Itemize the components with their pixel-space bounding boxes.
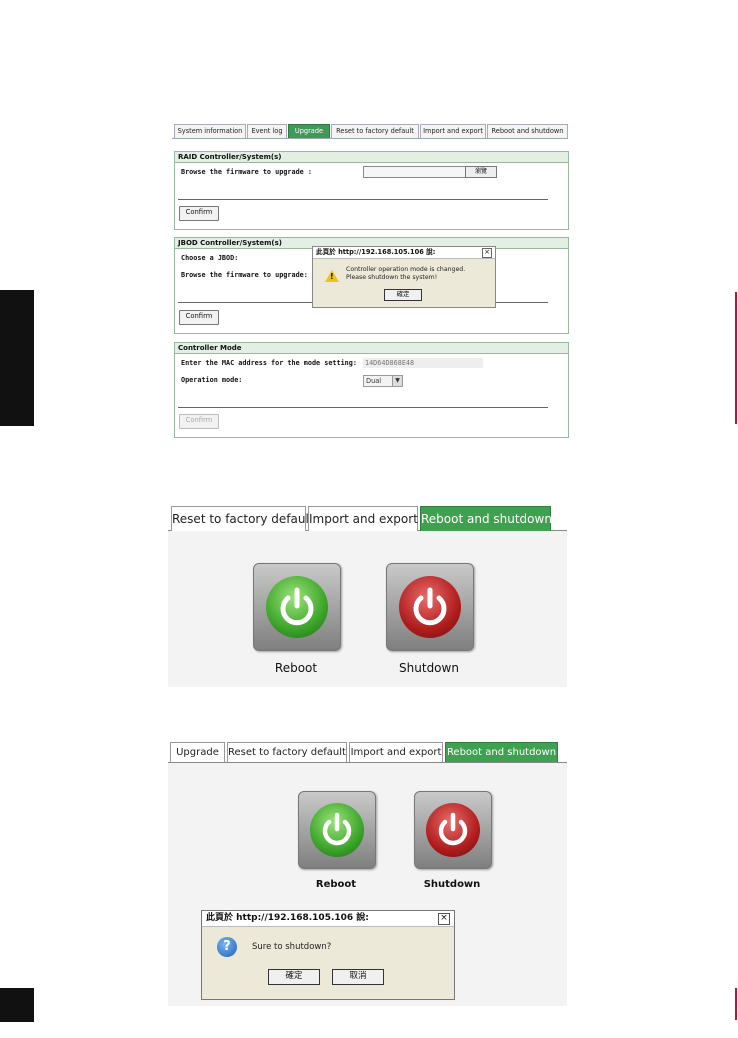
- power-icon: [280, 587, 314, 626]
- tab-system-information[interactable]: System information: [174, 124, 246, 138]
- confirm-button[interactable]: Confirm: [179, 310, 219, 325]
- divider: [178, 199, 548, 200]
- tab-reset-factory[interactable]: Reset to factory default: [331, 124, 419, 138]
- reboot-label: Reboot: [274, 661, 318, 675]
- dialog-message-line2: Please shutdown the system!: [346, 274, 438, 281]
- controller-mode-section: Controller Mode Enter the MAC address fo…: [174, 342, 569, 438]
- tab-upgrade[interactable]: Upgrade: [288, 124, 330, 138]
- power-icon: [438, 812, 468, 846]
- page-side-tab-bottom: [0, 988, 34, 1022]
- tab-bar: Upgrade Reset to factory default Import …: [168, 740, 567, 763]
- shutdown-button[interactable]: [386, 563, 474, 651]
- choose-jbod-label: Choose a JBOD:: [181, 254, 239, 262]
- divider: [178, 407, 548, 408]
- tab-import-export[interactable]: Import and export: [308, 506, 418, 531]
- tab-reboot-shutdown[interactable]: Reboot and shutdown: [420, 506, 552, 531]
- tab-bar: System information Event log Upgrade Res…: [172, 124, 568, 139]
- tab-reset-factory[interactable]: Reset to factory default: [171, 506, 314, 531]
- firmware-file-input[interactable]: [363, 166, 467, 178]
- reboot-button[interactable]: [298, 791, 376, 869]
- operation-mode-value: Dual: [366, 377, 382, 385]
- shutdown-confirm-dialog: 此頁於 http://192.168.105.106 說: × ? Sure t…: [201, 910, 455, 1000]
- tab-bar: Reset to factory default Import and expo…: [168, 504, 567, 531]
- close-icon[interactable]: ×: [438, 913, 450, 925]
- confirm-button[interactable]: Confirm: [179, 206, 219, 221]
- browse-button[interactable]: 瀏覽: [465, 166, 497, 178]
- shutdown-label: Shutdown: [423, 879, 481, 890]
- chevron-down-icon: ▼: [392, 376, 402, 386]
- tab-upgrade[interactable]: Upgrade: [170, 742, 225, 762]
- power-icon: [322, 812, 352, 846]
- mac-address-field[interactable]: 14D64D868E48: [363, 358, 483, 368]
- page-edge-mark-bottom: [735, 988, 737, 1020]
- tab-reboot-shutdown[interactable]: Reboot and shutdown: [487, 124, 568, 138]
- raid-section: RAID Controller/System(s) Browse the fir…: [174, 151, 569, 230]
- cancel-button[interactable]: 取消: [332, 969, 384, 985]
- browse-label: Browse the firmware to upgrade:: [181, 271, 308, 279]
- reboot-label: Reboot: [315, 879, 357, 890]
- page-side-tab: [0, 290, 34, 426]
- tab-event-log[interactable]: Event log: [247, 124, 287, 138]
- question-icon: ?: [217, 937, 237, 957]
- confirm-button[interactable]: Confirm: [179, 414, 219, 429]
- reboot-shutdown-screenshot: Reset to factory default Import and expo…: [168, 504, 567, 687]
- ok-button[interactable]: 確定: [268, 969, 320, 985]
- mode-changed-dialog: 此頁於 http://192.168.105.106 說: × ! Contro…: [312, 246, 496, 308]
- close-icon[interactable]: ×: [482, 248, 492, 258]
- reboot-shutdown-body: Reboot Shutdown: [168, 531, 567, 687]
- section-header: Controller Mode: [175, 343, 568, 354]
- tab-reset-factory[interactable]: Reset to factory default: [227, 742, 347, 762]
- operation-mode-label: Operation mode:: [181, 376, 243, 384]
- dialog-message-line1: Controller operation mode is changed.: [346, 266, 466, 273]
- warning-icon: !: [325, 270, 339, 282]
- mac-label: Enter the MAC address for the mode setti…: [181, 359, 357, 367]
- tab-import-export[interactable]: Import and export: [349, 742, 443, 762]
- shutdown-button[interactable]: [414, 791, 492, 869]
- dialog-title: 此頁於 http://192.168.105.106 說:: [313, 247, 495, 259]
- section-header: RAID Controller/System(s): [175, 152, 568, 163]
- dialog-title: 此頁於 http://192.168.105.106 說:: [202, 911, 454, 927]
- shutdown-label: Shutdown: [399, 661, 459, 675]
- dialog-message: Sure to shutdown?: [252, 942, 332, 952]
- reboot-button[interactable]: [253, 563, 341, 651]
- ok-button[interactable]: 確定: [384, 289, 422, 301]
- browse-label: Browse the firmware to upgrade :: [181, 168, 312, 176]
- tab-import-export[interactable]: Import and export: [420, 124, 486, 138]
- page-edge-mark: [735, 292, 737, 424]
- operation-mode-select[interactable]: Dual ▼: [363, 375, 403, 387]
- tab-reboot-shutdown[interactable]: Reboot and shutdown: [445, 742, 558, 762]
- power-icon: [413, 587, 447, 626]
